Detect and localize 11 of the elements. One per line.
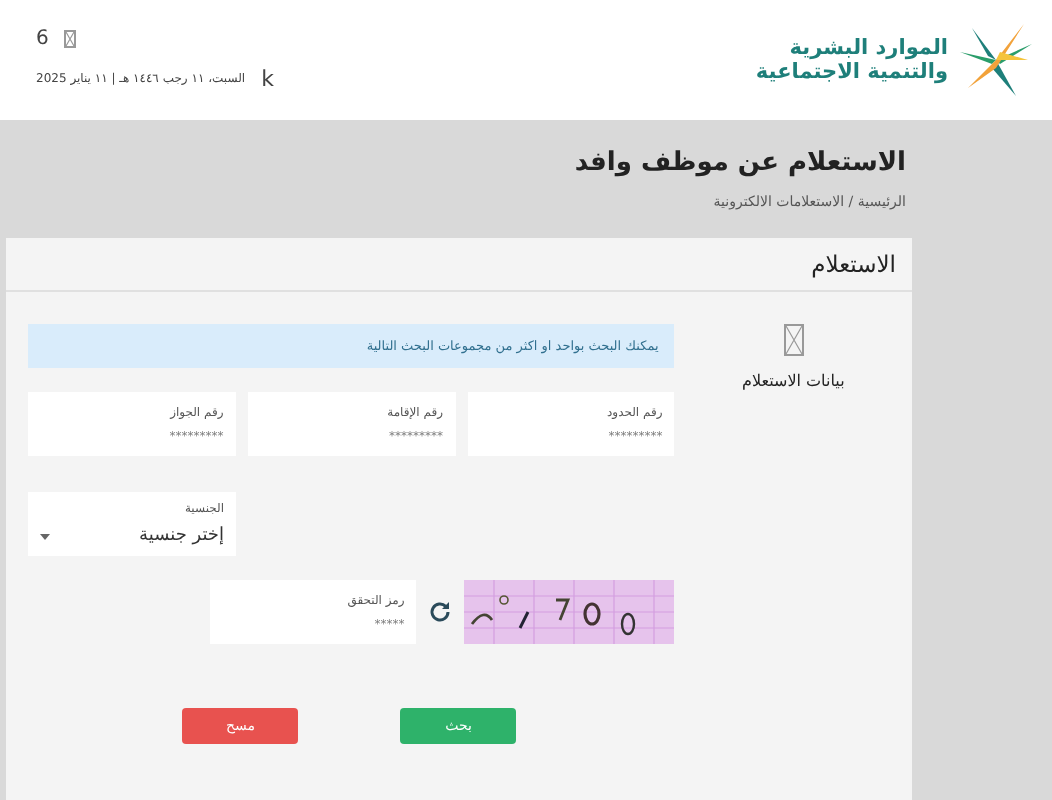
refresh-icon[interactable] [428, 600, 453, 624]
notification-count[interactable]: 6 [36, 28, 49, 50]
logo-text: الموارد البشرية [787, 36, 948, 60]
broken-image-icon [783, 324, 804, 356]
section-label: بيانات الاستعلام [741, 372, 845, 390]
page-title: الاستعلام عن موظف وافد [574, 148, 908, 178]
user-initial[interactable]: k [261, 66, 274, 92]
card-title: الاستعلام [6, 238, 912, 292]
caret-icon [40, 533, 50, 539]
logo-text: والتنمية الاجتماعية [755, 60, 948, 84]
broken-image-icon [64, 30, 77, 48]
